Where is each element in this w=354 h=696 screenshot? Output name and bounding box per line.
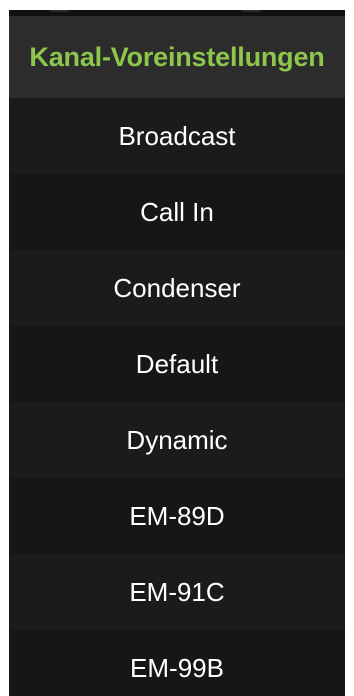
preset-item-label: EM-89D — [129, 500, 225, 531]
menu-header: Kanal-Voreinstellungen — [9, 16, 345, 98]
preset-item-label: Dynamic — [126, 424, 228, 455]
preset-item-label: Condenser — [113, 272, 241, 303]
preset-item-call-in[interactable]: Call In — [9, 174, 345, 250]
preset-item-label: Default — [135, 348, 219, 379]
preset-list: Broadcast Call In Condenser Default Dyna… — [9, 98, 345, 696]
menu-title: Kanal-Voreinstellungen — [29, 41, 325, 72]
preset-item-em-99b[interactable]: EM-99B — [9, 630, 345, 696]
cut-off-element — [241, 10, 261, 12]
channel-presets-menu: Kanal-Voreinstellungen Broadcast Call In… — [9, 10, 345, 696]
preset-item-label: EM-91C — [129, 576, 225, 607]
preset-item-condenser[interactable]: Condenser — [9, 250, 345, 326]
preset-item-broadcast[interactable]: Broadcast — [9, 98, 345, 174]
preset-item-dynamic[interactable]: Dynamic — [9, 402, 345, 478]
preset-item-label: Broadcast — [118, 120, 236, 151]
preset-item-em-89d[interactable]: EM-89D — [9, 478, 345, 554]
preset-item-label: EM-99B — [130, 652, 224, 683]
preset-item-label: Call In — [140, 196, 214, 227]
cut-off-element — [49, 10, 69, 12]
preset-item-default[interactable]: Default — [9, 326, 345, 402]
preset-item-em-91c[interactable]: EM-91C — [9, 554, 345, 630]
